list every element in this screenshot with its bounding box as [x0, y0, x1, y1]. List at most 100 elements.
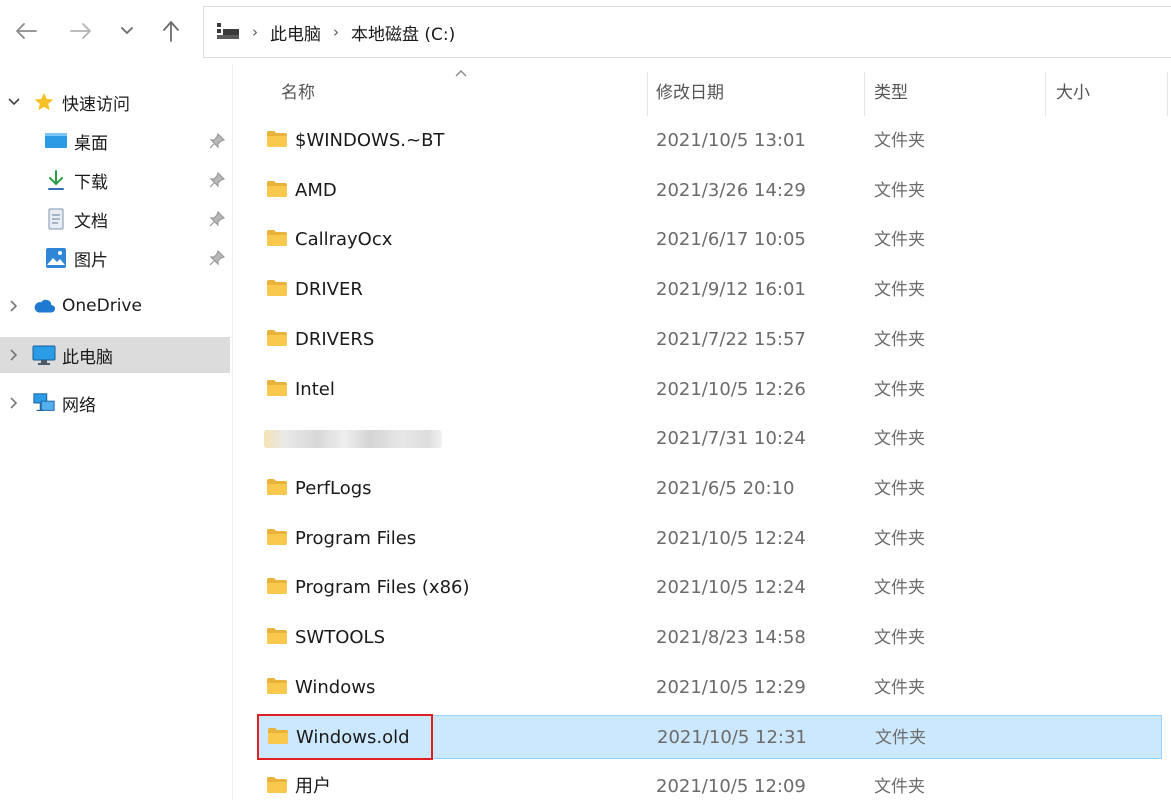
- column-header-name[interactable]: 名称: [281, 64, 315, 116]
- file-type: 文件夹: [874, 379, 925, 400]
- sidebar-item-quick-access[interactable]: 快速访问: [0, 84, 230, 120]
- monitor-icon: [32, 343, 56, 367]
- folder-icon: [267, 131, 287, 147]
- table-row[interactable]: DRIVERS 2021/7/22 15:57 文件夹: [258, 318, 1162, 362]
- file-name: Program Files (x86): [295, 577, 470, 599]
- pin-icon[interactable]: [208, 132, 226, 150]
- file-type: 文件夹: [874, 677, 925, 698]
- folder-icon: [268, 728, 288, 745]
- sidebar-item-label: OneDrive: [62, 296, 142, 316]
- chevron-right-icon[interactable]: [6, 298, 22, 314]
- pin-icon[interactable]: [208, 249, 226, 267]
- table-row[interactable]: 2021/7/31 10:24 文件夹: [258, 417, 1162, 461]
- sidebar-item-pictures[interactable]: 图片: [0, 240, 230, 276]
- column-header-type[interactable]: 类型: [874, 64, 908, 116]
- table-row[interactable]: CallrayOcx 2021/6/17 10:05 文件夹: [258, 218, 1162, 262]
- file-name: PerfLogs: [295, 477, 372, 499]
- folder-icon: [267, 478, 287, 495]
- file-modified-date: 2021/9/12 16:01: [656, 279, 806, 301]
- forward-button[interactable]: [66, 16, 96, 46]
- breadcrumb-this-pc[interactable]: 此电脑: [270, 20, 321, 45]
- cloud-icon: [32, 294, 56, 318]
- navigation-pane: 快速访问 桌面 下载 文档 图片 OneDrive 此电脑 网络: [0, 64, 233, 800]
- file-modified-date: 2021/10/5 12:24: [656, 527, 806, 549]
- file-modified-date: 2021/6/5 20:10: [656, 477, 795, 499]
- redacted-file-name: [264, 430, 442, 449]
- desktop-icon: [44, 129, 68, 153]
- file-name: 用户: [295, 776, 331, 798]
- file-type: 文件夹: [875, 728, 926, 749]
- file-type: 文件夹: [874, 131, 925, 151]
- document-icon: [44, 207, 68, 231]
- breadcrumb-separator[interactable]: ›: [246, 23, 264, 41]
- table-row[interactable]: DRIVER 2021/9/12 16:01 文件夹: [258, 268, 1162, 312]
- this-pc-icon: [217, 23, 239, 39]
- table-row[interactable]: Program Files (x86) 2021/10/5 12:24 文件夹: [258, 566, 1162, 610]
- file-type: 文件夹: [874, 329, 925, 350]
- column-header-size[interactable]: 大小: [1056, 64, 1090, 116]
- file-name: Windows: [295, 676, 376, 698]
- chevron-right-icon[interactable]: [6, 395, 22, 411]
- arrow-up-icon: [163, 21, 179, 42]
- table-row[interactable]: Windows.old 2021/10/5 12:31 文件夹: [258, 715, 1162, 760]
- navigation-bar: › 此电脑 › 本地磁盘 (C:): [0, 0, 1171, 64]
- file-modified-date: 2021/10/5 12:24: [656, 577, 806, 599]
- file-type: 文件夹: [874, 578, 925, 599]
- chevron-down-icon: [121, 27, 133, 34]
- back-button[interactable]: [11, 16, 41, 46]
- table-row[interactable]: Windows 2021/10/5 12:29 文件夹: [258, 666, 1162, 710]
- download-icon: [44, 168, 68, 192]
- star-icon: [32, 90, 56, 114]
- folder-icon: [267, 379, 287, 396]
- pin-icon[interactable]: [208, 210, 226, 228]
- column-header-modified[interactable]: 修改日期: [656, 64, 724, 116]
- sidebar-item-onedrive[interactable]: OneDrive: [0, 288, 230, 324]
- file-name: CallrayOcx: [295, 229, 393, 251]
- column-divider[interactable]: [647, 72, 648, 116]
- table-row[interactable]: Intel 2021/10/5 12:26 文件夹: [258, 368, 1162, 412]
- column-divider[interactable]: [864, 72, 865, 116]
- sidebar-item-label: 快速访问: [62, 94, 130, 115]
- sidebar-item-network[interactable]: 网络: [0, 385, 230, 421]
- sidebar-item-label: 此电脑: [62, 347, 113, 368]
- table-row[interactable]: 用户 2021/10/5 12:09 文件夹: [258, 765, 1162, 800]
- folder-icon: [267, 280, 287, 297]
- sidebar-item-documents[interactable]: 文档: [0, 201, 230, 237]
- table-row[interactable]: PerfLogs 2021/6/5 20:10 文件夹: [258, 467, 1162, 511]
- table-row[interactable]: SWTOOLS 2021/8/23 14:58 文件夹: [258, 616, 1162, 660]
- up-button[interactable]: [156, 16, 186, 46]
- file-name: DRIVERS: [295, 328, 375, 350]
- file-type: 文件夹: [874, 528, 925, 549]
- file-modified-date: 2021/3/26 14:29: [656, 179, 806, 201]
- folder-icon: [267, 528, 287, 545]
- chevron-right-icon[interactable]: [6, 347, 22, 363]
- sidebar-item-this-pc[interactable]: 此电脑: [0, 337, 230, 373]
- file-modified-date: 2021/10/5 12:31: [657, 727, 807, 749]
- table-row[interactable]: AMD 2021/3/26 14:29 文件夹: [258, 169, 1162, 213]
- sidebar-item-desktop[interactable]: 桌面: [0, 123, 230, 159]
- column-divider[interactable]: [1045, 72, 1046, 116]
- sort-ascending-icon: [455, 70, 467, 77]
- file-name: AMD: [295, 179, 337, 201]
- table-row[interactable]: Program Files 2021/10/5 12:24 文件夹: [258, 517, 1162, 561]
- address-bar[interactable]: › 此电脑 › 本地磁盘 (C:): [203, 6, 1171, 58]
- file-list: 名称 修改日期 类型 大小 $WINDOWS.~BT 2021/10/5 13:0…: [234, 64, 1171, 800]
- file-type: 文件夹: [874, 180, 925, 201]
- file-name: DRIVER: [295, 279, 363, 301]
- sidebar-item-downloads[interactable]: 下载: [0, 162, 230, 198]
- breadcrumb-separator[interactable]: ›: [327, 23, 345, 41]
- breadcrumb-local-disk-c[interactable]: 本地磁盘 (C:): [351, 20, 455, 45]
- table-row[interactable]: $WINDOWS.~BT 2021/10/5 13:01 文件夹: [258, 119, 1162, 163]
- sidebar-item-label: 文档: [74, 211, 108, 232]
- pin-icon[interactable]: [208, 171, 226, 189]
- column-divider[interactable]: [1167, 72, 1168, 116]
- file-modified-date: 2021/10/5 12:26: [656, 378, 806, 400]
- column-header-row: 名称 修改日期 类型 大小: [234, 64, 1171, 116]
- sidebar-item-label: 下载: [74, 172, 108, 193]
- file-modified-date: 2021/7/22 15:57: [656, 328, 806, 350]
- folder-icon: [267, 578, 287, 595]
- file-modified-date: 2021/10/5 13:01: [656, 130, 806, 151]
- arrow-left-icon: [16, 23, 37, 39]
- recent-locations-button[interactable]: [112, 16, 142, 46]
- chevron-down-icon[interactable]: [6, 94, 22, 110]
